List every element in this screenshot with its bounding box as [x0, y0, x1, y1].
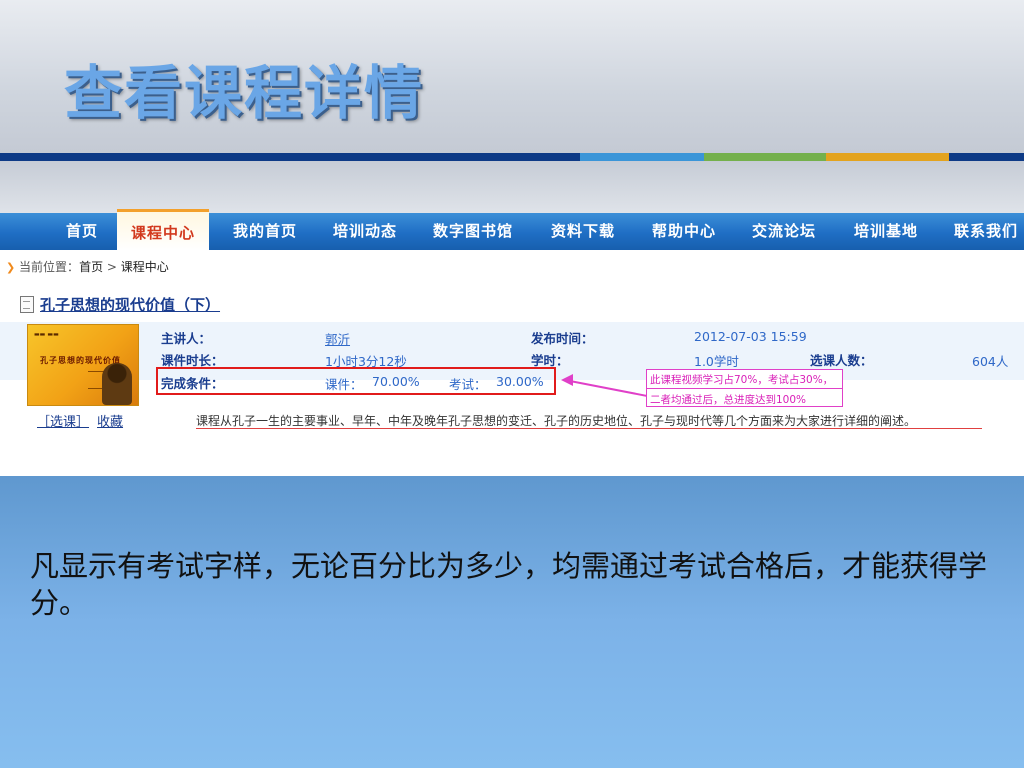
breadcrumb-prefix: 当前位置： — [19, 260, 80, 274]
course-content: ❯ 当前位置：首页 > 课程中心 孔子思想的现代价值（下） ▬▬ ▬▬ 孔子思想… — [0, 250, 1024, 476]
annotation-divider — [647, 388, 842, 389]
slide-title: 查看课程详情 — [64, 59, 425, 127]
publish-time-value: 2012-07-03 15:59 — [694, 329, 807, 344]
completion-label: 完成条件： — [161, 376, 224, 391]
breadcrumb-arrow-icon: ❯ — [6, 261, 16, 274]
breadcrumb-current: 课程中心 — [120, 260, 169, 274]
nav-item-forum[interactable]: 交流论坛 — [752, 213, 816, 250]
course-title-row: 孔子思想的现代价值（下） — [20, 294, 220, 315]
thumbnail-caption: ▬▬ ▬▬ — [34, 331, 59, 338]
confucius-portrait-icon — [102, 363, 132, 405]
slide-body-text: 凡显示有考试字样，无论百分比为多少，均需通过考试合格后，才能获得学分。 — [30, 549, 988, 620]
annotation-line-2: 二者均通过后，总进度达到100% — [650, 394, 807, 406]
nav-item-training-news[interactable]: 培训动态 — [333, 213, 397, 250]
nav-item-course-center[interactable]: 课程中心 — [117, 209, 210, 250]
publish-time-label: 发布时间： — [531, 331, 594, 346]
course-description: 课程从孔子一生的主要事业、早年、中年及晚年孔子思想的变迁、孔子的历史地位、孔子与… — [196, 414, 917, 428]
header-band — [0, 161, 1024, 213]
nav-item-training-base[interactable]: 培训基地 — [854, 213, 918, 250]
main-nav: 首页 课程中心 我的首页 培训动态 数字图书馆 资料下载 帮助中心 交流论坛 培… — [0, 209, 1024, 250]
stripe-segment-blue — [580, 153, 704, 161]
slide-header: 查看课程详情 — [0, 0, 1024, 153]
enrolled-label: 选课人数： — [810, 353, 873, 368]
nav-item-downloads[interactable]: 资料下载 — [551, 213, 615, 250]
slide-body: 凡显示有考试字样，无论百分比为多少，均需通过考试合格后，才能获得学分。 — [0, 476, 1024, 768]
nav-item-contact[interactable]: 联系我们 — [954, 213, 1018, 250]
hours-value: 1.0学时 — [694, 354, 739, 369]
stripe-segment-green — [704, 153, 826, 161]
nav-item-my-home[interactable]: 我的首页 — [233, 213, 297, 250]
annotation-line-1: 此课程视频学习占70%，考试占30%， — [650, 374, 834, 386]
breadcrumb: ❯ 当前位置：首页 > 课程中心 — [6, 258, 169, 275]
breadcrumb-home[interactable]: 首页 — [79, 260, 103, 274]
annotation-callout: 此课程视频学习占70%，考试占30%， 二者均通过后，总进度达到100% — [646, 369, 843, 407]
speaker-link[interactable]: 郭沂 — [325, 329, 350, 348]
course-title[interactable]: 孔子思想的现代价值（下） — [40, 296, 220, 314]
enrolled-value: 604人 — [972, 354, 1009, 369]
enroll-link[interactable]: ［选课］ — [37, 415, 89, 430]
exam-percent: 30.00% — [496, 374, 544, 389]
favorite-link[interactable]: 收藏 — [97, 415, 123, 430]
document-icon — [20, 296, 34, 313]
nav-item-help-center[interactable]: 帮助中心 — [652, 213, 716, 250]
nav-item-home[interactable]: 首页 — [66, 213, 98, 250]
header-stripe — [0, 153, 1024, 161]
nav-item-digital-library[interactable]: 数字图书馆 — [433, 213, 513, 250]
exam-label: 考试： — [449, 377, 487, 392]
description-underline — [196, 428, 982, 429]
course-thumbnail[interactable]: ▬▬ ▬▬ 孔子思想的现代价值 — [27, 324, 139, 406]
stripe-segment-orange — [826, 153, 949, 161]
breadcrumb-separator: > — [106, 260, 117, 274]
courseware-percent: 70.00% — [372, 374, 420, 389]
courseware-label: 课件： — [325, 377, 363, 392]
speaker-label: 主讲人： — [161, 331, 212, 346]
course-actions: ［选课］ 收藏 — [37, 411, 131, 430]
